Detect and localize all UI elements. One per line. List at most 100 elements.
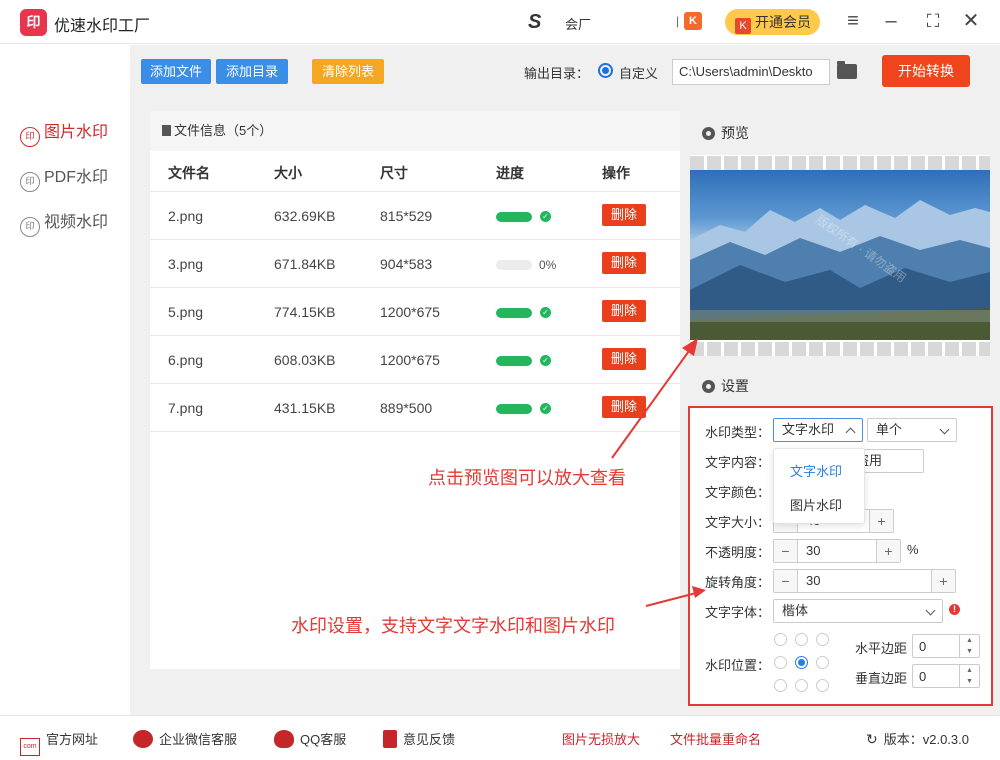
up-arrow-icon[interactable]: ▲	[959, 665, 979, 676]
position-bottom-right[interactable]	[816, 679, 829, 692]
preview-image[interactable]: 版权所有 · 请勿盗用	[690, 170, 990, 340]
down-arrow-icon[interactable]: ▼	[959, 646, 979, 657]
rotate-stepper[interactable]: −30 +	[773, 569, 956, 593]
col-name: 文件名	[168, 165, 210, 181]
position-top-right[interactable]	[816, 633, 829, 646]
type-label: 水印类型：	[705, 425, 771, 440]
clear-list-button[interactable]: 清除列表	[312, 59, 384, 84]
position-bottom-left[interactable]	[774, 679, 787, 692]
hmargin-value: 0	[919, 639, 927, 654]
col-dim: 尺寸	[380, 165, 408, 181]
vmargin-value: 0	[919, 669, 927, 684]
footer-link-qq[interactable]: QQ客服	[274, 729, 346, 748]
position-top-center[interactable]	[795, 633, 808, 646]
file-name: 2.png	[168, 208, 204, 224]
feedback-icon	[383, 730, 397, 748]
output-label: 输出目录：	[524, 66, 590, 81]
menu-icon[interactable]: ≡	[842, 10, 864, 32]
k-icon[interactable]: K	[684, 12, 702, 30]
sidebar-item-video-watermark[interactable]: 印视频水印	[20, 208, 108, 237]
file-name: 3.png	[168, 256, 204, 272]
file-dim: 889*500	[380, 400, 433, 416]
position-bottom-center[interactable]	[795, 679, 808, 692]
folder-icon[interactable]	[837, 61, 857, 79]
progress-bar	[496, 356, 532, 366]
font-select[interactable]: 楷体	[773, 599, 943, 623]
type-select[interactable]: 文字水印	[773, 418, 863, 442]
vip-button[interactable]: K 开通会员	[725, 9, 820, 35]
position-top-left[interactable]	[774, 633, 787, 646]
up-arrow-icon[interactable]: ▲	[959, 635, 979, 646]
custom-radio-label[interactable]: 自定义	[619, 63, 658, 82]
position-middle-right[interactable]	[816, 656, 829, 669]
minus-icon[interactable]: −	[774, 540, 798, 562]
file-size: 774.15KB	[274, 304, 336, 320]
add-file-button[interactable]: 添加文件	[141, 59, 211, 84]
col-progress: 进度	[496, 165, 524, 181]
footer-link-label: 官方网址	[46, 732, 99, 747]
footer-link-label: QQ客服	[300, 732, 347, 747]
plus-icon[interactable]: +	[876, 540, 900, 562]
vip-label: 开通会员	[755, 14, 811, 30]
vip-icon: K	[735, 18, 751, 34]
delete-button[interactable]: 删除	[602, 300, 646, 322]
sidebar-item-image-watermark[interactable]: 印图片水印	[20, 118, 108, 147]
vmargin-input[interactable]: 0 ▲ ▼	[912, 664, 980, 688]
rotate-value: 30	[806, 573, 821, 588]
file-panel-header: 文件信息（5个）	[150, 111, 680, 151]
content-label: 文字内容：	[705, 455, 771, 470]
progress-bar	[496, 260, 532, 270]
start-button[interactable]: 开始转换	[882, 55, 970, 87]
mode-select[interactable]: 单个	[867, 418, 957, 442]
plus-icon[interactable]: +	[931, 570, 955, 592]
app-title: 优速水印工厂	[54, 18, 151, 35]
position-center[interactable]	[795, 656, 808, 669]
delete-button[interactable]: 删除	[602, 252, 646, 274]
progress-bar	[496, 212, 532, 222]
hmargin-input[interactable]: 0 ▲ ▼	[912, 634, 980, 658]
footer-link-rename[interactable]: 文件批量重命名	[670, 729, 761, 748]
film-strip-bottom	[690, 342, 990, 356]
version-info[interactable]: ↻ 版本：v2.0.3.0	[866, 729, 969, 748]
down-arrow-icon[interactable]: ▼	[959, 676, 979, 687]
preview-title: 预览	[721, 125, 749, 141]
document-icon	[162, 125, 171, 136]
maximize-icon[interactable]: ⛶	[922, 10, 944, 32]
plus-icon[interactable]: +	[869, 510, 893, 532]
close-icon[interactable]: ✕	[960, 10, 982, 32]
footer-link-feedback[interactable]: 意见反馈	[383, 729, 455, 748]
file-name: 6.png	[168, 352, 204, 368]
sidebar-item-label: 图片水印	[44, 124, 109, 141]
add-dir-button[interactable]: 添加目录	[216, 59, 288, 84]
file-size: 608.03KB	[274, 352, 336, 368]
file-size: 431.15KB	[274, 400, 336, 416]
opacity-unit: %	[907, 542, 919, 557]
chevron-up-icon	[845, 427, 856, 438]
partner-logo-icon[interactable]: S	[528, 11, 541, 34]
opacity-stepper[interactable]: −30 +	[773, 539, 901, 563]
custom-radio[interactable]	[598, 63, 613, 78]
partner-label[interactable]: 会厂	[565, 14, 591, 33]
website-icon: com	[20, 738, 40, 756]
gear-icon	[702, 127, 715, 140]
wechat-icon	[133, 730, 153, 748]
output-path-input[interactable]: C:\Users\admin\Deskto	[672, 59, 830, 85]
footer-link-upscale[interactable]: 图片无损放大	[562, 729, 640, 748]
position-middle-left[interactable]	[774, 656, 787, 669]
dropdown-option-image[interactable]: 图片水印	[790, 495, 842, 514]
file-count-title: 文件信息（5个）	[174, 123, 273, 138]
footer-link-wechat[interactable]: 企业微信客服	[133, 729, 237, 748]
dropdown-option-text[interactable]: 文字水印	[790, 461, 842, 480]
sidebar-item-pdf-watermark[interactable]: 印 PDF水印	[20, 163, 108, 192]
minimize-icon[interactable]: –	[880, 10, 902, 32]
mountain-landscape	[690, 200, 990, 340]
minus-icon[interactable]: −	[774, 570, 798, 592]
font-label: 文字字体：	[705, 605, 771, 620]
file-name: 7.png	[168, 400, 204, 416]
footer-link-website[interactable]: com 官方网址	[20, 729, 98, 756]
col-size: 大小	[274, 165, 302, 181]
sidebar-item-label: PDF水印	[44, 169, 109, 186]
warning-icon[interactable]: !	[949, 604, 960, 615]
check-icon: ✓	[540, 355, 551, 366]
delete-button[interactable]: 删除	[602, 204, 646, 226]
